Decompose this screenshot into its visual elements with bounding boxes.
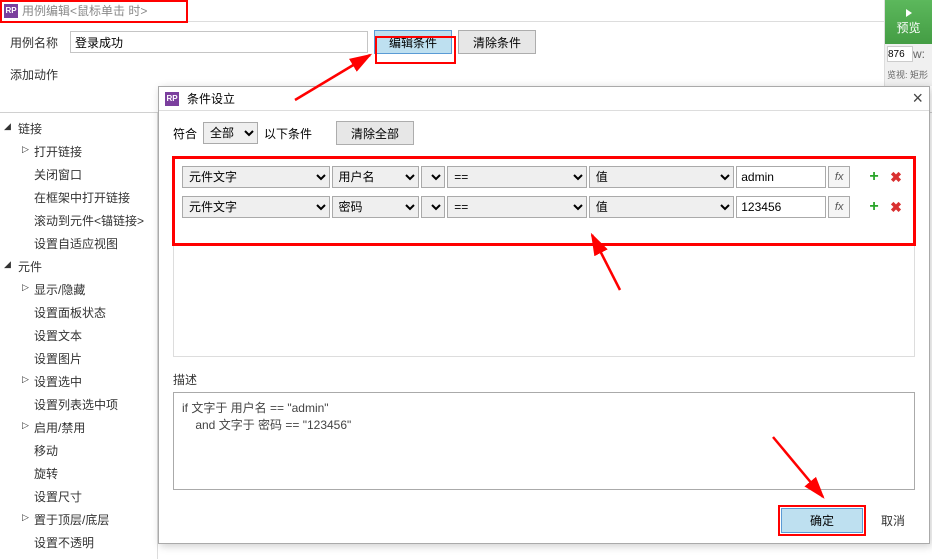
cond-op-select[interactable]: ==	[447, 166, 587, 188]
view-label: 览视: 矩形	[885, 64, 932, 83]
tree-item[interactable]: ▷设置选中	[0, 370, 157, 393]
tree-item[interactable]: 获取焦点	[0, 554, 157, 559]
cond-value-input[interactable]	[736, 166, 826, 188]
dialog-buttons: 确定 取消	[159, 502, 929, 543]
cond-op-select[interactable]: ==	[447, 196, 587, 218]
caret-down-icon: ◢	[4, 121, 11, 132]
match-suffix: 以下条件	[264, 125, 312, 142]
caret-right-icon: ▷	[22, 512, 29, 523]
clear-condition-button[interactable]: 清除条件	[458, 30, 536, 54]
case-name-label: 用例名称	[10, 34, 58, 51]
match-label: 符合	[173, 125, 197, 142]
coord-input[interactable]	[887, 46, 913, 62]
app-icon: RP	[165, 92, 179, 106]
ok-button[interactable]: 确定	[781, 508, 863, 533]
condition-dialog: RP 条件设立 × 符合 全部 以下条件 清除全部 元件文字 用户名 == 值 …	[158, 86, 930, 544]
cond-sub-select[interactable]	[421, 196, 445, 218]
conditions-area: 元件文字 用户名 == 值 fx + ✖ 元件文字 密码 == 值 fx	[173, 157, 915, 357]
tree-item[interactable]: 设置不透明	[0, 531, 157, 554]
cond-target-select[interactable]: 用户名	[332, 166, 420, 188]
cancel-button[interactable]: 取消	[881, 512, 905, 529]
tree-item[interactable]: 滚动到元件<锚链接>	[0, 209, 157, 232]
match-row: 符合 全部 以下条件 清除全部	[173, 121, 915, 145]
remove-condition-icon[interactable]: ✖	[886, 199, 906, 216]
caret-right-icon: ▷	[22, 374, 29, 385]
app-icon: RP	[4, 4, 18, 18]
tree-item[interactable]: ▷启用/禁用	[0, 416, 157, 439]
tree-item[interactable]: 在框架中打开链接	[0, 186, 157, 209]
tree-item[interactable]: 设置自适应视图	[0, 232, 157, 255]
tree-item[interactable]: 旋转	[0, 462, 157, 485]
right-panel: 预览 w: 览视: 矩形	[884, 0, 932, 86]
cond-value-input[interactable]	[736, 196, 826, 218]
close-icon[interactable]: ×	[912, 88, 923, 109]
caret-right-icon: ▷	[22, 420, 29, 431]
case-name-input[interactable]	[70, 31, 368, 53]
cond-type-select[interactable]: 元件文字	[182, 196, 330, 218]
caret-down-icon: ◢	[4, 259, 11, 270]
cond-type-select[interactable]: 元件文字	[182, 166, 330, 188]
window-title-bar: RP 用例编辑<鼠标单击 时> ×	[0, 0, 932, 22]
tree-item[interactable]: ▷显示/隐藏	[0, 278, 157, 301]
action-tree: ◢链接 ▷打开链接 关闭窗口 在框架中打开链接 滚动到元件<锚链接> 设置自适应…	[0, 113, 158, 559]
dialog-body: 符合 全部 以下条件 清除全部 元件文字 用户名 == 值 fx + ✖	[159, 111, 929, 502]
coord-field: w:	[885, 44, 932, 64]
caret-right-icon: ▷	[22, 282, 29, 293]
fx-button[interactable]: fx	[828, 166, 850, 188]
preview-button[interactable]: 预览	[885, 0, 932, 44]
tree-item[interactable]: 关闭窗口	[0, 163, 157, 186]
tree-root-widget[interactable]: ◢元件	[0, 255, 157, 278]
dialog-title-bar: RP 条件设立 ×	[159, 87, 929, 111]
case-toolbar: 用例名称 编辑条件 清除条件	[0, 22, 932, 62]
tree-item[interactable]: 设置文本	[0, 324, 157, 347]
tree-item[interactable]: 设置尺寸	[0, 485, 157, 508]
tree-item[interactable]: 设置面板状态	[0, 301, 157, 324]
match-select[interactable]: 全部	[203, 122, 258, 144]
play-icon	[906, 9, 912, 17]
edit-condition-button[interactable]: 编辑条件	[374, 30, 452, 54]
tree-item[interactable]: ▷打开链接	[0, 140, 157, 163]
condition-row: 元件文字 密码 == 值 fx + ✖	[182, 196, 906, 218]
tree-root-link[interactable]: ◢链接	[0, 117, 157, 140]
tree-item[interactable]: 设置列表选中项	[0, 393, 157, 416]
cond-sub-select[interactable]	[421, 166, 445, 188]
description-label: 描述	[173, 371, 915, 388]
caret-right-icon: ▷	[22, 144, 29, 155]
condition-row: 元件文字 用户名 == 值 fx + ✖	[182, 166, 906, 188]
dialog-title: 条件设立	[187, 90, 912, 107]
remove-condition-icon[interactable]: ✖	[886, 169, 906, 186]
tree-item[interactable]: 移动	[0, 439, 157, 462]
add-condition-icon[interactable]: +	[864, 168, 884, 186]
cond-target-select[interactable]: 密码	[332, 196, 420, 218]
fx-button[interactable]: fx	[828, 196, 850, 218]
cond-valuetype-select[interactable]: 值	[589, 166, 735, 188]
tree-item[interactable]: ▷置于顶层/底层	[0, 508, 157, 531]
add-condition-icon[interactable]: +	[864, 198, 884, 216]
cond-valuetype-select[interactable]: 值	[589, 196, 735, 218]
tree-item[interactable]: 设置图片	[0, 347, 157, 370]
clear-all-button[interactable]: 清除全部	[336, 121, 414, 145]
window-title: 用例编辑<鼠标单击 时>	[22, 2, 915, 19]
description-text: if 文字于 用户名 == "admin" and 文字于 密码 == "123…	[173, 392, 915, 490]
